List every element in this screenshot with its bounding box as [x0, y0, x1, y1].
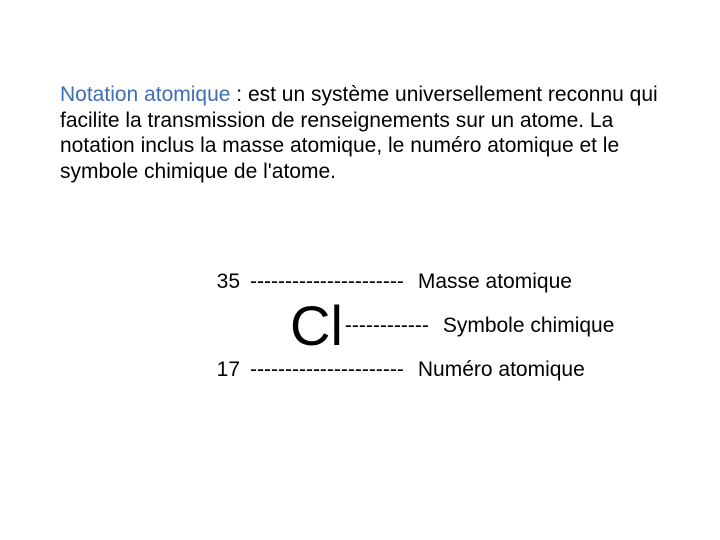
symbol-row: Cl ------------ Symbole chimique: [60, 298, 660, 354]
element-symbol: Cl: [250, 298, 345, 354]
mass-number: 35: [60, 270, 250, 294]
atomic-number: 17: [60, 358, 250, 382]
mass-label: Masse atomique: [404, 270, 572, 294]
atomic-notation-diagram: 35 ---------------------- Masse atomique…: [60, 270, 660, 382]
slide: Notation atomique : est un système unive…: [0, 0, 720, 540]
atomic-dashes: ----------------------: [250, 358, 404, 382]
symbol-wrap: Cl ------------: [250, 298, 429, 354]
atomic-number-row: 17 ---------------------- Numéro atomiqu…: [60, 358, 660, 382]
definition-paragraph: Notation atomique : est un système unive…: [60, 82, 660, 184]
atomic-number-label: Numéro atomique: [404, 358, 585, 382]
mass-row: 35 ---------------------- Masse atomique: [60, 270, 660, 294]
symbol-dashes: ------------: [345, 314, 429, 338]
mass-dashes: ----------------------: [250, 270, 404, 294]
definition-term: Notation atomique: [60, 83, 230, 106]
symbol-label: Symbole chimique: [429, 314, 615, 338]
